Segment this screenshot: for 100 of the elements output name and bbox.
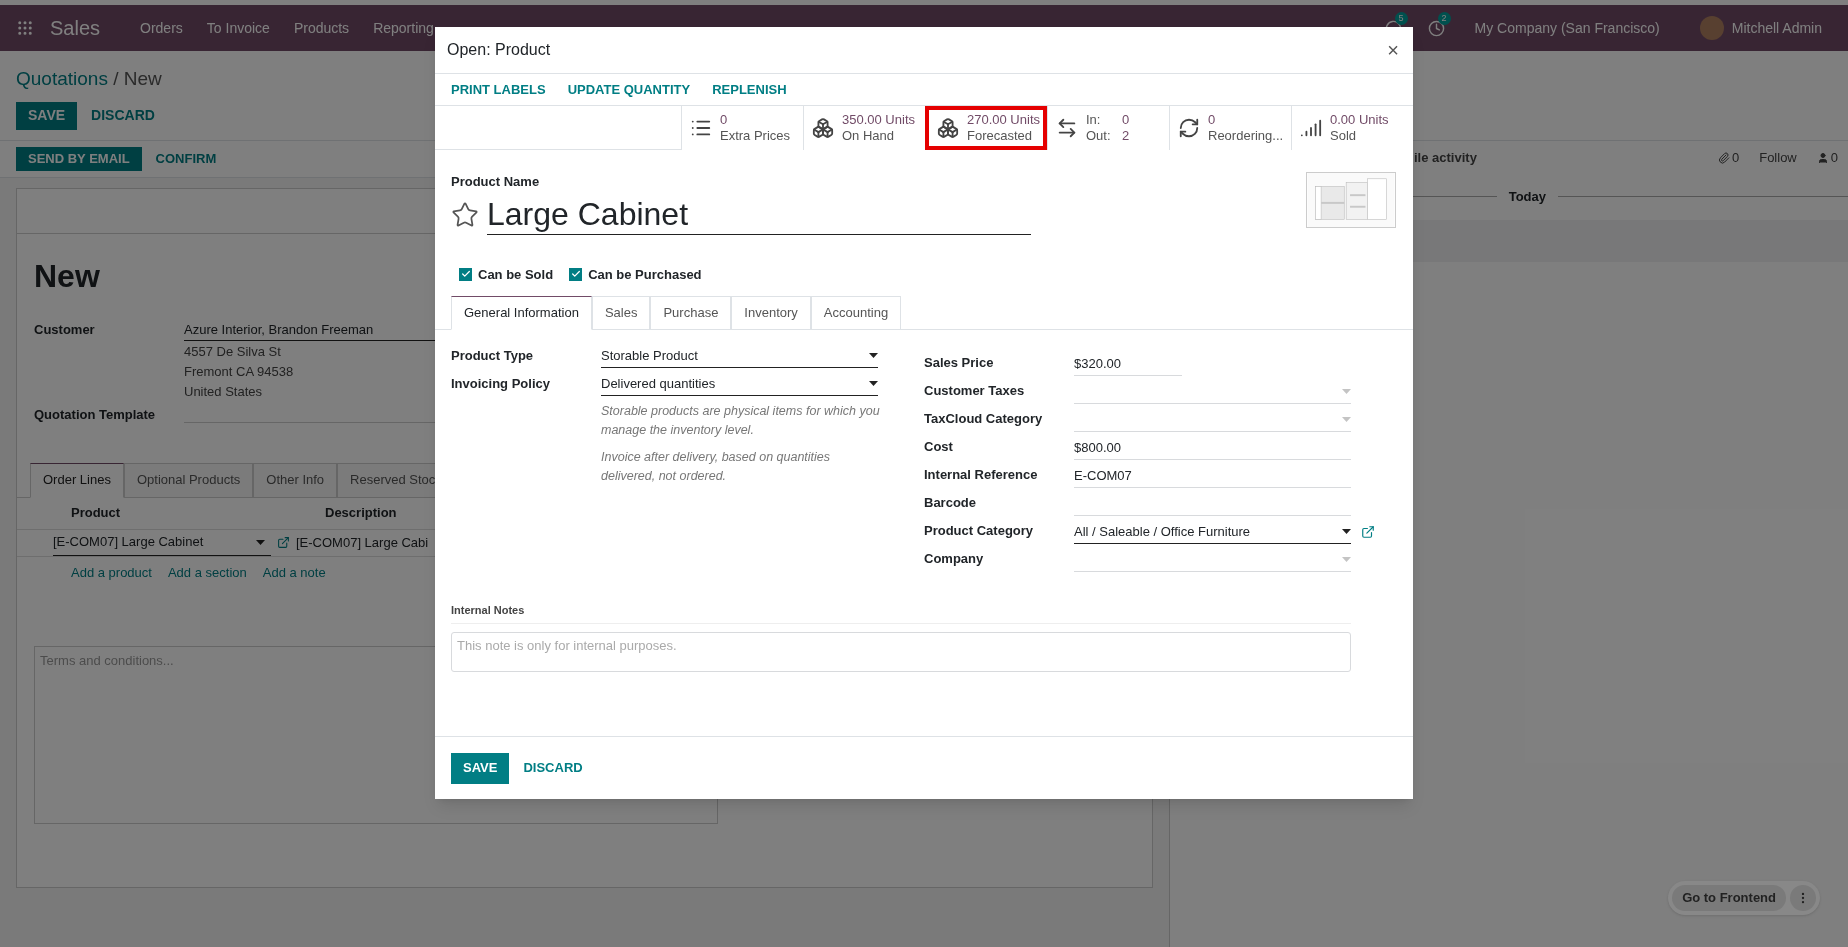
- field-label: Product Category: [924, 521, 1035, 540]
- clock-icon[interactable]: [1427, 19, 1445, 37]
- stat-label: Reordering...: [1208, 128, 1284, 144]
- primary-button[interactable]: SAVE: [16, 101, 78, 130]
- caret-icon: [1342, 529, 1351, 534]
- badge: 5: [1394, 11, 1408, 25]
- field-label: Internal Reference: [924, 465, 1039, 484]
- stat-value: 0: [1208, 112, 1217, 128]
- attachment-count[interactable]: 0: [1731, 147, 1740, 168]
- dialog-title: Open: Product: [447, 40, 551, 60]
- field-label: Quotation Template: [34, 406, 157, 424]
- tab[interactable]: General Information: [451, 296, 592, 330]
- input-field[interactable]: $800.00: [1074, 436, 1351, 460]
- tab[interactable]: Sales: [591, 296, 651, 330]
- select-field[interactable]: All / Saleable / Office Furniture: [1074, 520, 1351, 544]
- tab[interactable]: Other Info: [253, 462, 338, 498]
- product-name-field[interactable]: Large Cabinet: [487, 193, 1031, 235]
- product-select-field[interactable]: [E-COM07] Large Cabinet: [53, 529, 271, 556]
- apps-menu-icon[interactable]: [16, 19, 34, 37]
- stat-label: Sold: [1330, 128, 1358, 144]
- menu-item[interactable]: Orders: [128, 17, 195, 39]
- external-link-icon[interactable]: [1361, 525, 1375, 539]
- field-label: Product Type: [451, 347, 535, 365]
- stat-value: 0.00 Units: [1330, 112, 1389, 128]
- field-label: TaxCloud Category: [924, 409, 1044, 428]
- add-line-link[interactable]: Add a section: [167, 562, 247, 582]
- field-value: Storable Product: [601, 346, 698, 365]
- user-menu[interactable]: Mitchell Admin: [1731, 17, 1822, 39]
- add-line-link[interactable]: Add a product: [71, 562, 152, 582]
- primary-button[interactable]: SAVE: [451, 752, 510, 784]
- caret-icon: [256, 539, 265, 545]
- field-value: $800.00: [1074, 438, 1121, 457]
- tab[interactable]: Inventory: [731, 296, 811, 330]
- follow-button[interactable]: Follow: [1759, 147, 1797, 168]
- menu-item[interactable]: To Invoice: [194, 17, 282, 39]
- select-field[interactable]: Delivered quantities: [601, 372, 878, 396]
- tab[interactable]: Order Lines: [30, 462, 124, 498]
- primary-button[interactable]: SEND BY EMAIL: [16, 146, 142, 171]
- secondary-button[interactable]: DISCARD: [515, 752, 591, 784]
- transfer-icon: [1056, 117, 1078, 139]
- stat-value: 0: [720, 112, 729, 128]
- field-label: Product Name: [451, 173, 541, 191]
- stat-button[interactable]: 350.00 Units On Hand: [803, 106, 925, 150]
- tab[interactable]: Optional Products: [123, 462, 254, 498]
- field-label: Sales Price: [924, 353, 995, 372]
- help-text: Invoice after delivery, based on quantities delivered, not ordered.: [601, 449, 832, 485]
- action-button[interactable]: UPDATE QUANTITY: [567, 79, 691, 100]
- close-button[interactable]: ×: [1387, 40, 1401, 60]
- secondary-button[interactable]: CONFIRM: [147, 146, 225, 171]
- input-field[interactable]: E-COM07: [1074, 464, 1351, 488]
- menu-item[interactable]: Products: [281, 17, 362, 39]
- stat-label: Forecasted: [967, 128, 1034, 144]
- caret-icon: [1342, 417, 1351, 422]
- notes-field[interactable]: This note is only for internal purposes.: [451, 631, 1351, 672]
- field-value: Delivered quantities: [601, 374, 716, 393]
- stat-value: 350.00 Units: [842, 112, 915, 128]
- external-link-icon[interactable]: [277, 536, 290, 549]
- stat-value: 270.00 Units: [967, 112, 1040, 128]
- checkbox-label: Can be Purchased: [588, 265, 702, 284]
- tab[interactable]: Purchase: [650, 296, 732, 330]
- checkbox[interactable]: [459, 267, 472, 281]
- stat-button[interactable]: 0.00 Units Sold: [1291, 106, 1413, 150]
- stat-value: 2: [1122, 128, 1131, 144]
- app-name[interactable]: Sales: [50, 13, 101, 43]
- stat-label: On Hand: [842, 128, 896, 144]
- stat-button[interactable]: 270.00 Units Forecasted: [925, 106, 1047, 150]
- section-label: Internal Notes: [451, 602, 1351, 624]
- activity-button[interactable]: ile activity: [1414, 147, 1477, 168]
- field-label: Customer Taxes: [924, 381, 1026, 400]
- follower-count[interactable]: 0: [1830, 147, 1838, 168]
- action-button[interactable]: REPLENISH: [712, 79, 787, 100]
- field-value: All / Saleable / Office Furniture: [1074, 522, 1251, 541]
- action-button[interactable]: PRINT LABELS: [451, 79, 546, 100]
- field-value: $320.00: [1074, 354, 1121, 373]
- stat-button[interactable]: 0 Reordering...: [1169, 106, 1291, 150]
- checkbox[interactable]: [569, 267, 583, 281]
- badge: 2: [1437, 11, 1451, 25]
- stat-button[interactable]: 0 Extra Prices: [681, 106, 803, 150]
- tab[interactable]: Accounting: [810, 296, 902, 330]
- stat-button[interactable]: In: 0 Out: 2: [1047, 106, 1169, 150]
- frontend-button[interactable]: Go to Frontend: [1672, 885, 1786, 911]
- field-label: Company: [924, 549, 985, 568]
- caret-icon: [869, 353, 878, 358]
- paperclip-icon[interactable]: [1717, 151, 1730, 164]
- help-text: Storable products are physical items for which you manage the inventory level.: [601, 403, 881, 439]
- person-icon[interactable]: [1816, 151, 1829, 164]
- company-switcher[interactable]: My Company (San Francisco): [1474, 17, 1660, 39]
- breadcrumb-link[interactable]: Quotations: [16, 68, 108, 89]
- menu-item[interactable]: Reporting: [361, 17, 446, 39]
- input-field[interactable]: $320.00: [1074, 352, 1182, 376]
- address-line: United States: [184, 383, 263, 401]
- select-field[interactable]: Storable Product: [601, 344, 878, 368]
- stat-label: In:: [1086, 112, 1102, 128]
- field-label: Cost: [924, 437, 954, 456]
- signal-bars-icon: [1300, 117, 1322, 139]
- refresh-icon: [1178, 117, 1200, 139]
- table-cell-text: [E-COM07] Large Cabi: [296, 533, 429, 552]
- add-line-link[interactable]: Add a note: [262, 562, 326, 582]
- star-icon[interactable]: [451, 200, 479, 229]
- secondary-button[interactable]: DISCARD: [83, 101, 163, 130]
